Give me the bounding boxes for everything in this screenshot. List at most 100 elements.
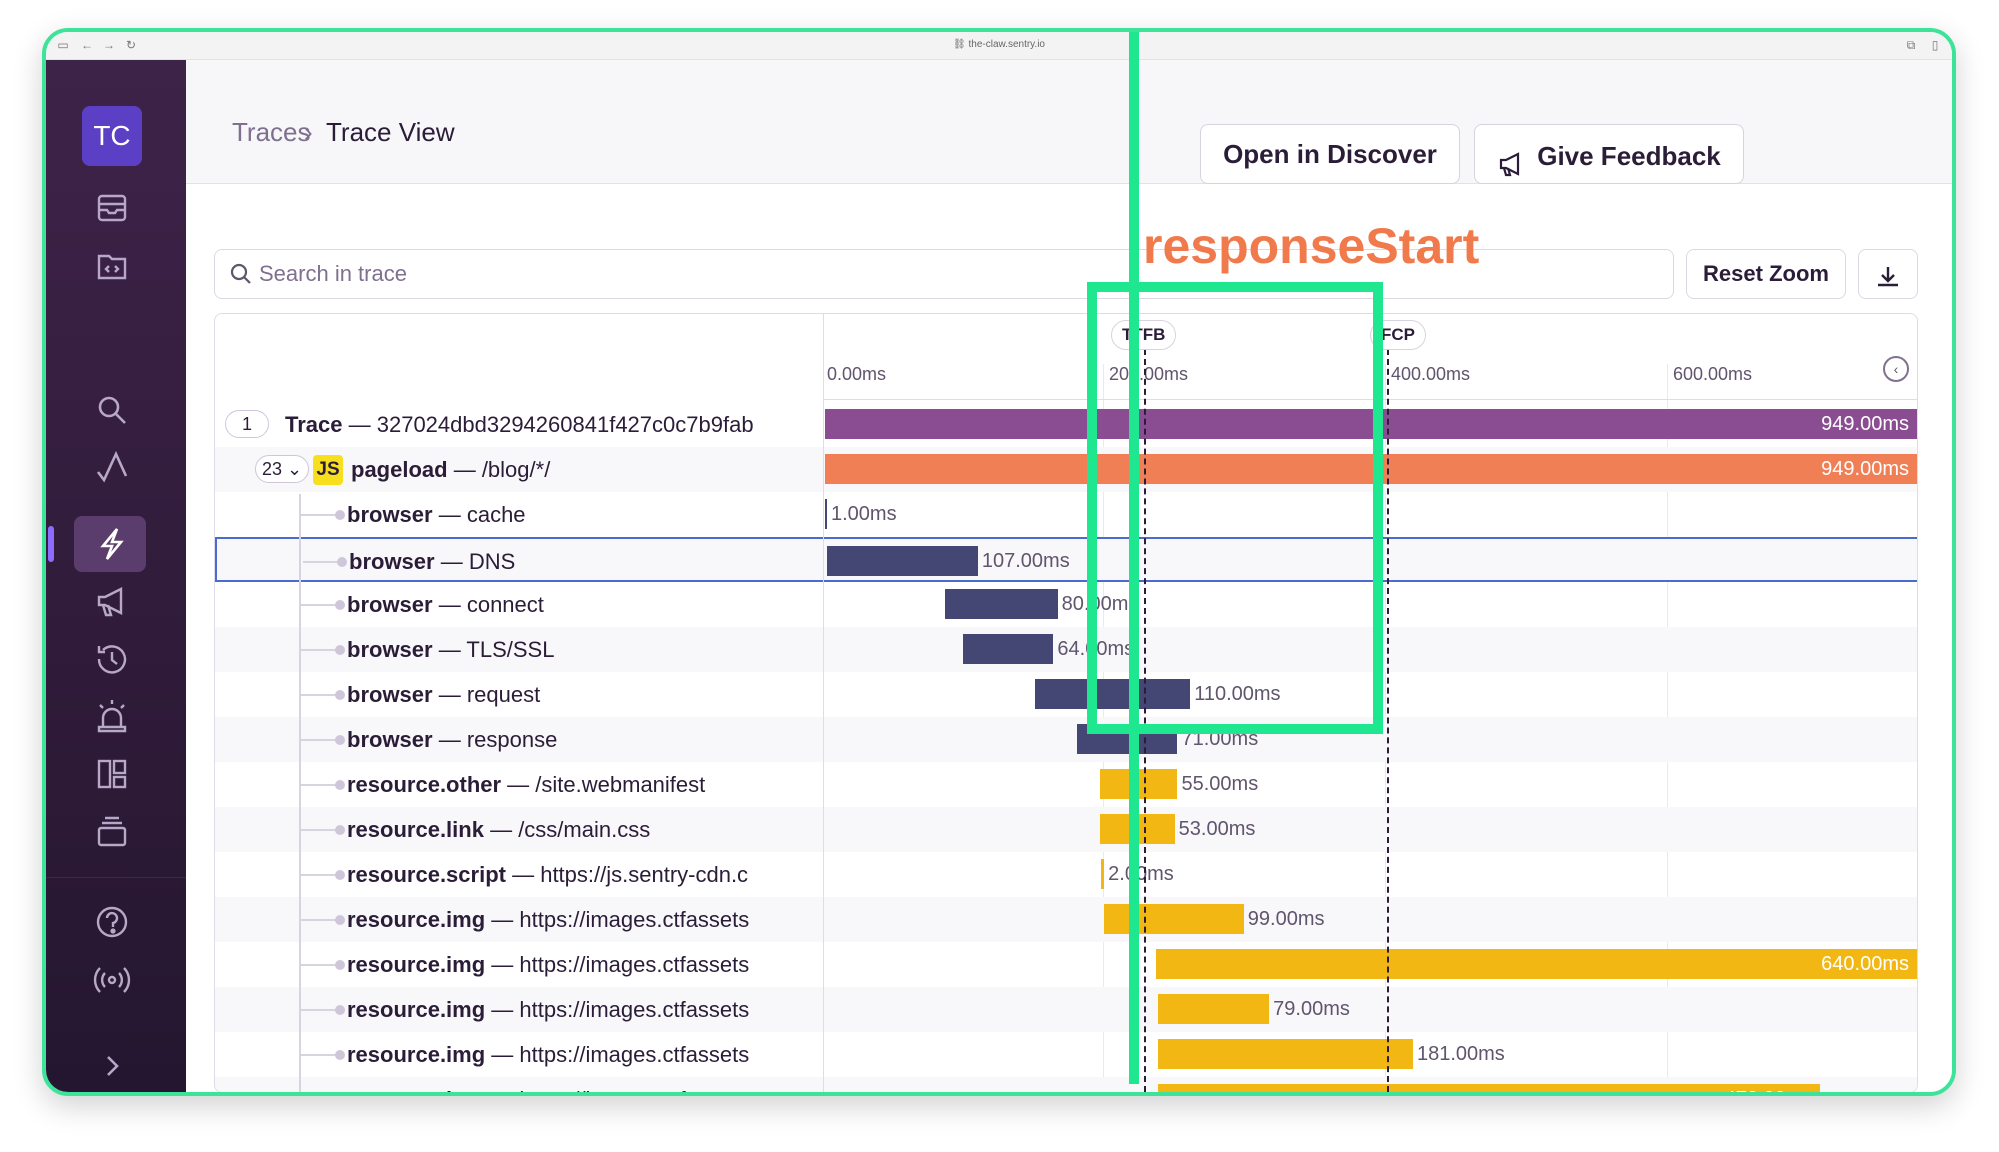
span-duration-bar[interactable]	[1104, 904, 1244, 934]
span-label: browser — response	[347, 717, 821, 762]
span-label: browser — TLS/SSL	[347, 627, 821, 672]
feedback-megaphone-icon[interactable]	[90, 580, 134, 624]
tree-node-dot	[335, 645, 345, 655]
children-count-badge[interactable]: 1	[225, 410, 269, 438]
share-icon[interactable]: ⧉	[1904, 38, 1918, 52]
span-op: resource.img	[347, 997, 486, 1022]
span-op: browser	[347, 502, 433, 527]
breadcrumb-chevron-icon: ›	[304, 117, 313, 147]
performance-icon[interactable]	[90, 522, 134, 566]
insights-icon[interactable]	[90, 446, 134, 490]
open-in-discover-button[interactable]: Open in Discover	[1200, 124, 1460, 184]
span-row[interactable]: browser — connect 80.00ms	[215, 582, 1917, 627]
tree-branch	[301, 1054, 337, 1056]
org-avatar[interactable]: TC	[82, 106, 142, 166]
url-bar[interactable]: ⛓ the-claw.sentry.io	[46, 39, 1952, 50]
span-description: connect	[466, 592, 544, 617]
browser-window: ▭ ← → ↻ ⛓ the-claw.sentry.io ⧉ ▯ TC Trac…	[42, 28, 1956, 1096]
span-row[interactable]: resource.img — https://images.ctfassets 9…	[215, 897, 1917, 942]
projects-icon[interactable]	[90, 244, 134, 288]
search-input[interactable]	[259, 258, 1159, 290]
span-separator: —	[342, 412, 377, 437]
span-duration-label: 949.00ms	[1821, 413, 1909, 435]
span-row[interactable]: 23 ⌄ JS pageload — /blog/*/ 949.00ms	[215, 447, 1917, 492]
collapse-chevron-icon[interactable]: ‹	[1883, 356, 1909, 382]
span-row[interactable]: resource.img — https://images.ctfassets 4…	[215, 1077, 1917, 1092]
tree-branch	[301, 919, 337, 921]
give-feedback-button[interactable]: Give Feedback	[1474, 124, 1744, 184]
broadcasts-icon[interactable]	[90, 958, 134, 1002]
span-description: cache	[466, 502, 526, 527]
children-count-toggle[interactable]: 23 ⌄	[255, 455, 309, 483]
download-button[interactable]	[1858, 249, 1918, 299]
breadcrumb-traces[interactable]: Traces	[232, 115, 311, 149]
span-description: /css/main.css	[518, 817, 651, 842]
trace-root-row[interactable]: 1 Trace — 327024dbd3294260841f427c0c7b9fa…	[215, 402, 1917, 447]
dashboards-icon[interactable]	[90, 752, 134, 796]
sidebar-separator	[46, 877, 186, 878]
span-duration-bar[interactable]	[963, 634, 1054, 664]
span-op: resource.link	[347, 817, 484, 842]
span-separator: —	[447, 457, 482, 482]
tree-node-dot	[335, 510, 345, 520]
annotation-highlight-box	[1087, 282, 1383, 734]
span-duration-label: 107.00ms	[981, 550, 1070, 572]
span-duration-bar[interactable]	[827, 546, 978, 576]
span-row[interactable]: resource.other — /site.webmanifest 55.00m…	[215, 762, 1917, 807]
span-description: https://images.ctfassets	[519, 907, 750, 932]
span-description: DNS	[468, 549, 516, 574]
span-label: resource.img — https://images.ctfassets	[347, 987, 821, 1032]
span-op: Trace	[285, 412, 343, 437]
span-label: browser — DNS	[349, 539, 823, 584]
span-row[interactable]: browser — response 71.00ms	[215, 717, 1917, 762]
span-duration-bar[interactable]	[825, 499, 827, 529]
tree-branch	[301, 784, 337, 786]
span-row[interactable]: browser — cache 1.00ms	[215, 492, 1917, 537]
alerts-siren-icon[interactable]	[90, 694, 134, 738]
span-separator: —	[485, 1087, 519, 1092]
span-row[interactable]: resource.script — https://js.sentry-cdn.…	[215, 852, 1917, 897]
span-separator: —	[432, 502, 467, 527]
tree-branch	[301, 514, 337, 516]
span-separator: —	[434, 549, 469, 574]
replays-history-icon[interactable]	[90, 637, 134, 681]
span-label: pageload — /blog/*/	[351, 447, 821, 492]
tree-branch	[301, 1009, 337, 1011]
span-label: resource.img — https://images.ctfassets	[347, 897, 821, 942]
explore-search-icon[interactable]	[90, 388, 134, 432]
trace-waterfall: 0.00ms 200.00ms 400.00ms 600.00ms ‹ 1 Tra…	[214, 313, 1918, 1092]
expand-sidebar-chevron-icon[interactable]	[90, 1044, 134, 1088]
span-duration-bar[interactable]	[944, 589, 1058, 619]
column-divider[interactable]	[823, 314, 824, 1092]
span-description: response	[466, 727, 558, 752]
span-op: browser	[347, 727, 433, 752]
span-separator: —	[505, 862, 541, 887]
span-row[interactable]: browser — DNS 107.00ms	[215, 537, 1917, 584]
span-row[interactable]: resource.img — https://images.ctfassets 1…	[215, 1032, 1917, 1077]
tree-node-dot	[335, 870, 345, 880]
span-row[interactable]: resource.link — /css/main.css 53.00ms	[215, 807, 1917, 852]
span-row[interactable]: resource.img — https://images.ctfassets 6…	[215, 942, 1917, 987]
tree-branch	[301, 874, 337, 876]
span-separator: —	[485, 997, 520, 1022]
span-duration-label: 1.00ms	[831, 503, 897, 525]
span-row[interactable]: resource.img — https://images.ctfassets 7…	[215, 987, 1917, 1032]
span-duration-bar[interactable]	[1101, 859, 1105, 889]
span-duration-bar[interactable]	[1157, 1039, 1413, 1069]
tree-node-dot	[335, 735, 345, 745]
tree-connector	[299, 494, 301, 1092]
tick-label: 600.00ms	[1673, 364, 1753, 384]
tabs-icon[interactable]: ▯	[1928, 38, 1942, 52]
span-op: resource.other	[347, 772, 502, 797]
releases-icon[interactable]	[90, 810, 134, 854]
span-row[interactable]: browser — TLS/SSL 64.00ms	[215, 627, 1917, 672]
span-duration-bar[interactable]	[1157, 994, 1270, 1024]
issues-icon[interactable]	[90, 186, 134, 230]
span-duration-label: 640.00ms	[1821, 953, 1909, 975]
help-icon[interactable]	[90, 900, 134, 944]
span-op: browser	[349, 549, 435, 574]
span-separator: —	[485, 952, 520, 977]
span-separator: —	[432, 592, 467, 617]
reset-zoom-button[interactable]: Reset Zoom	[1686, 249, 1846, 299]
span-row[interactable]: browser — request 110.00ms	[215, 672, 1917, 717]
